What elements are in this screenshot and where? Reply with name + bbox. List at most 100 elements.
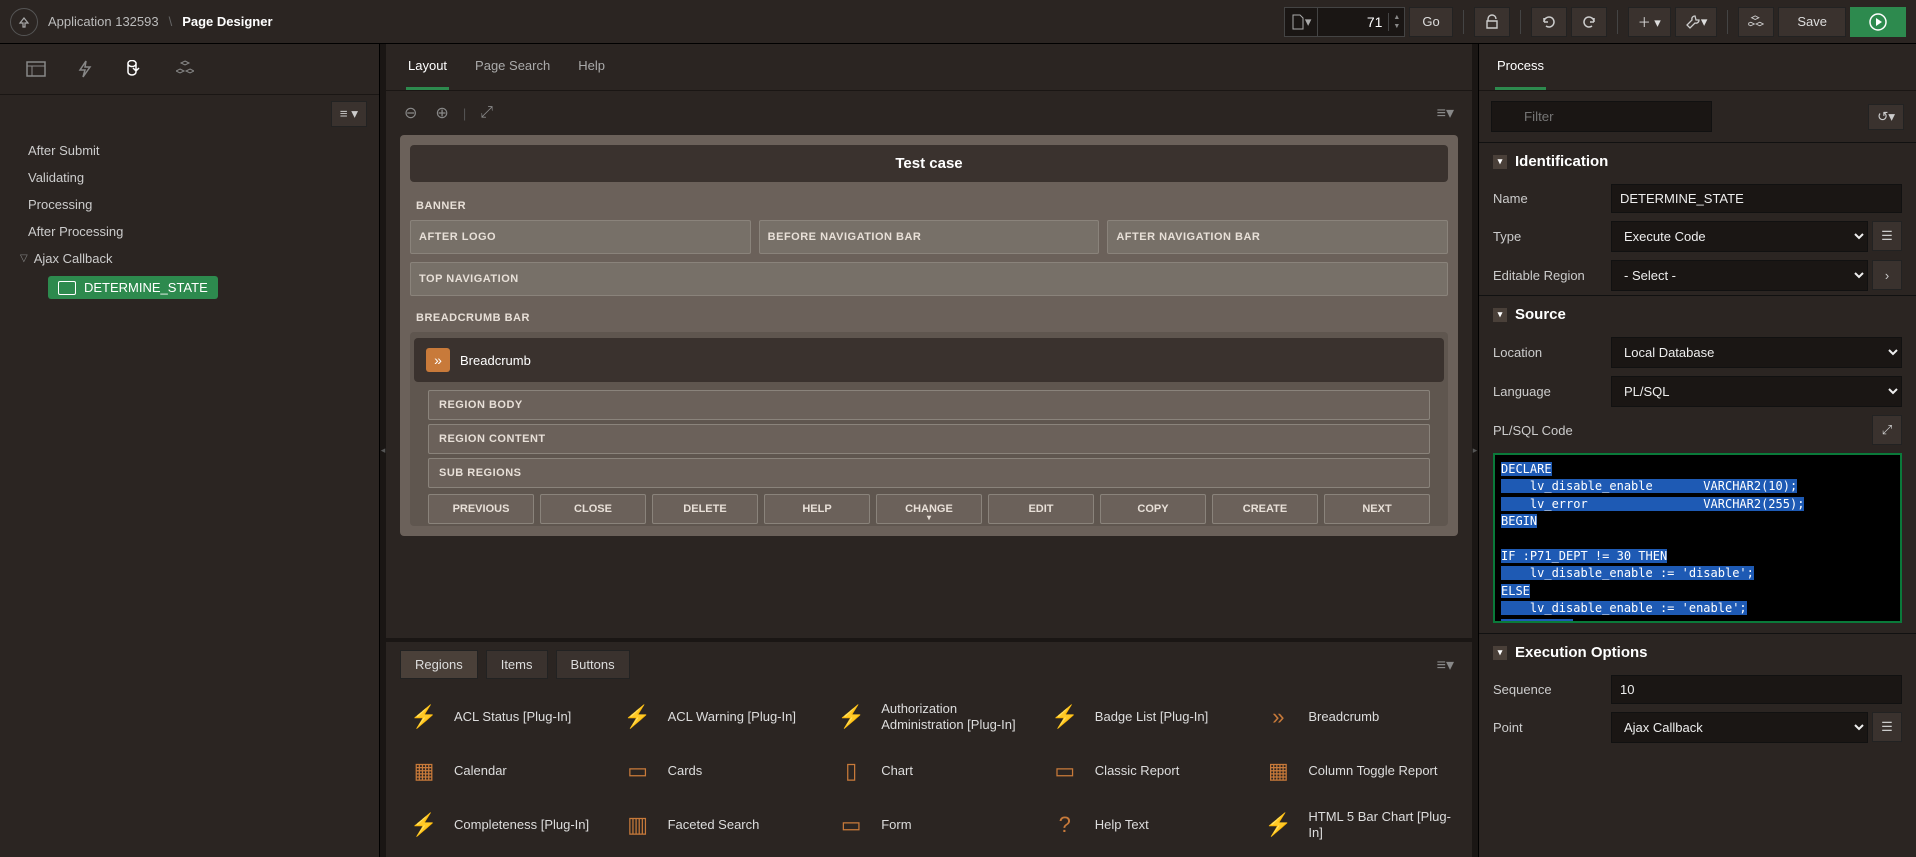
field-label-code: PL/SQL Code: [1493, 423, 1573, 438]
slot-btn[interactable]: EDIT: [988, 494, 1094, 524]
slot-btn[interactable]: HELP: [764, 494, 870, 524]
tree-item[interactable]: Processing: [12, 191, 367, 218]
gallery-item[interactable]: ▭Form: [827, 801, 1031, 849]
tab-help[interactable]: Help: [576, 44, 607, 90]
gallery-item[interactable]: ▦Column Toggle Report: [1254, 747, 1458, 795]
section-identification[interactable]: ▾ Identification: [1479, 143, 1916, 180]
processing-tab-icon[interactable]: [118, 54, 150, 84]
page-down-icon[interactable]: ▼: [1389, 22, 1404, 31]
up-icon[interactable]: [10, 8, 38, 36]
gallery-item[interactable]: »Breadcrumb: [1254, 693, 1458, 741]
point-select[interactable]: Ajax Callback: [1611, 712, 1868, 743]
region-breadcrumb[interactable]: » Breadcrumb: [414, 338, 1444, 382]
name-input[interactable]: [1611, 184, 1902, 213]
gallery-item-icon: ▥: [620, 807, 656, 843]
gallery-item[interactable]: ⚡Completeness [Plug-In]: [400, 801, 604, 849]
page-up-icon[interactable]: ▲: [1389, 13, 1404, 22]
chevron-down-icon: ▾: [1493, 308, 1507, 322]
page-icon[interactable]: ▾: [1285, 8, 1319, 36]
tree-item[interactable]: After Processing: [12, 218, 367, 245]
language-select[interactable]: PL/SQL: [1611, 376, 1902, 407]
slot-btn[interactable]: PREVIOUS: [428, 494, 534, 524]
gallery-item[interactable]: ⚡Authorization Administration [Plug-In]: [827, 693, 1031, 741]
gallery-item[interactable]: ▭Cards: [614, 747, 818, 795]
slot-after-nav[interactable]: AFTER NAVIGATION BAR: [1107, 220, 1448, 254]
save-button[interactable]: Save: [1778, 7, 1846, 37]
tree-item[interactable]: Validating: [12, 164, 367, 191]
go-button[interactable]: Go: [1409, 7, 1452, 37]
gallery-tab-buttons[interactable]: Buttons: [556, 650, 630, 679]
tab-process[interactable]: Process: [1495, 44, 1546, 90]
gallery-item[interactable]: ▯Chart: [827, 747, 1031, 795]
page-title-region[interactable]: Test case: [410, 145, 1448, 182]
zoom-out-icon[interactable]: ⊖: [400, 99, 421, 127]
tree-item-ajax-callback[interactable]: ▽ Ajax Callback: [12, 245, 367, 272]
slot-after-logo[interactable]: AFTER LOGO: [410, 220, 751, 254]
slot-btn[interactable]: NEXT: [1324, 494, 1430, 524]
gallery-menu-icon[interactable]: ≡▾: [1433, 651, 1458, 679]
pin-menu-button[interactable]: ↺▾: [1868, 104, 1904, 130]
tab-layout[interactable]: Layout: [406, 44, 449, 90]
gallery-item-label: HTML 5 Bar Chart [Plug-In]: [1308, 809, 1452, 840]
code-expand-button[interactable]: ⤢: [1872, 415, 1902, 445]
property-tabs: Process: [1479, 44, 1916, 91]
zoom-in-icon[interactable]: ⊕: [431, 99, 452, 127]
editable-region-select[interactable]: - Select -: [1611, 260, 1868, 291]
slot-sub-regions[interactable]: SUB REGIONS: [428, 458, 1430, 488]
gallery-item[interactable]: ⚡ACL Warning [Plug-In]: [614, 693, 818, 741]
gallery-tab-items[interactable]: Items: [486, 650, 548, 679]
dynamic-actions-tab-icon[interactable]: [72, 54, 98, 84]
section-title: Execution Options: [1515, 644, 1648, 661]
slot-btn[interactable]: DELETE: [652, 494, 758, 524]
tab-page-search[interactable]: Page Search: [473, 44, 552, 90]
tree-node-determine-state[interactable]: DETERMINE_STATE: [48, 276, 367, 299]
gallery-item-icon: ▭: [1047, 753, 1083, 789]
sequence-input[interactable]: [1611, 675, 1902, 704]
tree-item[interactable]: After Submit: [12, 137, 367, 164]
gallery-item[interactable]: ▦Calendar: [400, 747, 604, 795]
section-source[interactable]: ▾ Source: [1479, 296, 1916, 333]
gallery-item[interactable]: ⚡Badge List [Plug-In]: [1041, 693, 1245, 741]
tree-menu-button[interactable]: ≡ ▾: [331, 101, 367, 127]
point-list-button[interactable]: ☰: [1872, 712, 1902, 742]
shared-tab-icon[interactable]: [170, 54, 200, 84]
slot-breadcrumb-bar[interactable]: BREADCRUMB BAR: [410, 304, 1448, 332]
slot-region-body[interactable]: REGION BODY: [428, 390, 1430, 420]
gallery-tab-regions[interactable]: Regions: [400, 650, 478, 679]
gallery-item[interactable]: ?Help Text: [1041, 801, 1245, 849]
gallery-item[interactable]: ▥Faceted Search: [614, 801, 818, 849]
layout-menu-icon[interactable]: ≡▾: [1433, 99, 1458, 127]
slot-before-nav[interactable]: BEFORE NAVIGATION BAR: [759, 220, 1100, 254]
create-menu-button[interactable]: ＋ ▾: [1628, 7, 1671, 37]
layout-canvas[interactable]: Test case BANNER AFTER LOGO BEFORE NAVIG…: [386, 135, 1472, 638]
breadcrumb-app[interactable]: Application 132593: [48, 14, 159, 29]
section-execution[interactable]: ▾ Execution Options: [1479, 634, 1916, 671]
slot-btn[interactable]: CREATE: [1212, 494, 1318, 524]
redo-button[interactable]: [1571, 7, 1607, 37]
slot-top-nav[interactable]: TOP NAVIGATION: [410, 262, 1448, 296]
slot-banner[interactable]: BANNER: [410, 192, 1448, 220]
undo-button[interactable]: [1531, 7, 1567, 37]
slot-btn[interactable]: COPY: [1100, 494, 1206, 524]
filter-input[interactable]: [1491, 101, 1712, 132]
expand-icon[interactable]: ⤢: [476, 100, 497, 126]
lock-button[interactable]: [1474, 7, 1510, 37]
editable-go-button[interactable]: ›: [1872, 260, 1902, 290]
gallery-item[interactable]: ⚡HTML 5 Bar Chart [Plug-In]: [1254, 801, 1458, 849]
location-select[interactable]: Local Database: [1611, 337, 1902, 368]
gallery-item[interactable]: ⚡ACL Status [Plug-In]: [400, 693, 604, 741]
page-number-input[interactable]: [1318, 14, 1388, 30]
slot-btn[interactable]: CHANGE: [876, 494, 982, 524]
utilities-menu-button[interactable]: ▾: [1675, 7, 1718, 37]
run-button[interactable]: [1850, 7, 1906, 37]
shared-components-button[interactable]: [1738, 7, 1774, 37]
page-selector: ▾ ▲ ▼: [1284, 7, 1405, 37]
gallery-item-label: Cards: [668, 763, 703, 779]
gallery-item[interactable]: ▭Classic Report: [1041, 747, 1245, 795]
slot-region-content[interactable]: REGION CONTENT: [428, 424, 1430, 454]
type-select[interactable]: Execute Code: [1611, 221, 1868, 252]
plsql-code-editor[interactable]: DECLARE lv_disable_enable VARCHAR2(10); …: [1493, 453, 1902, 623]
type-list-button[interactable]: ☰: [1872, 221, 1902, 251]
rendering-tab-icon[interactable]: [20, 55, 52, 83]
slot-btn[interactable]: CLOSE: [540, 494, 646, 524]
